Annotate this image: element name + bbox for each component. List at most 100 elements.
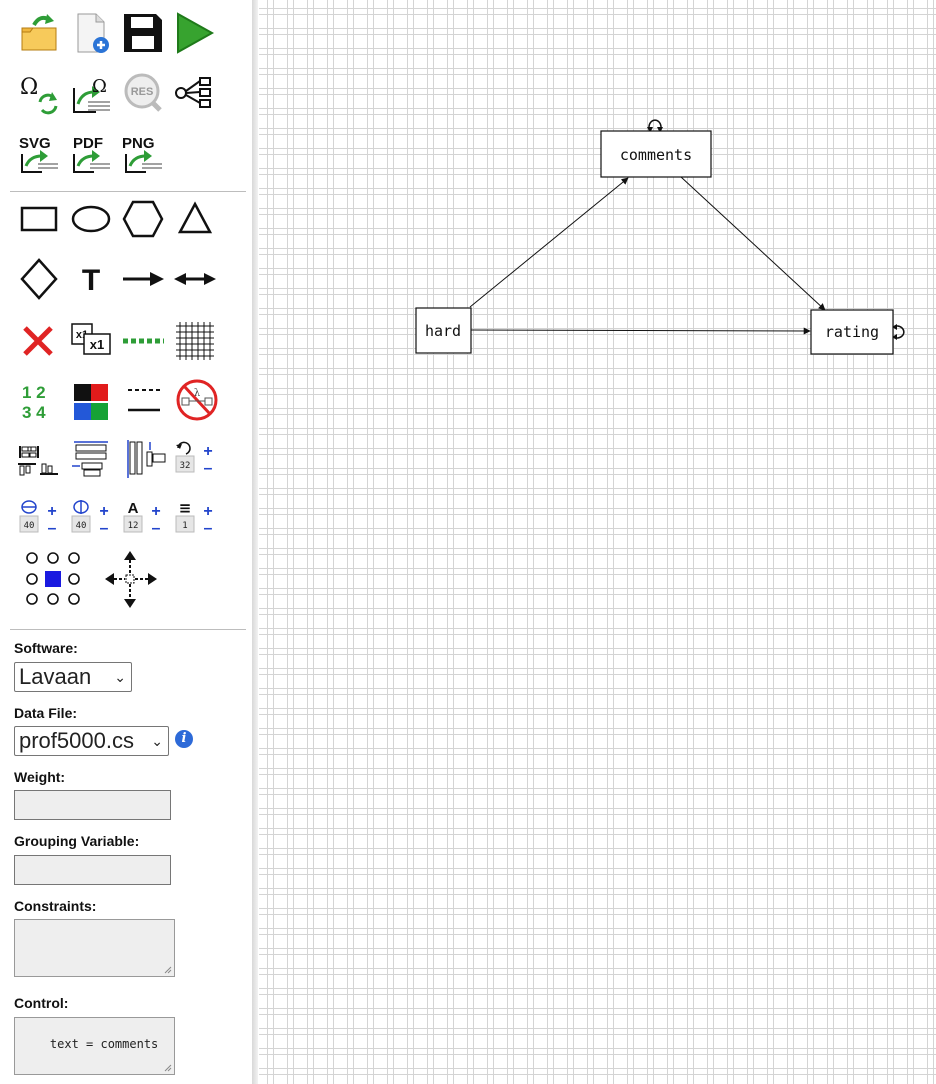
svg-text:32: 32 (180, 461, 191, 471)
info-icon[interactable]: i (175, 730, 193, 748)
self-loop-position-tool[interactable] (18, 548, 84, 612)
import-syntax-button[interactable]: Ω (16, 70, 62, 116)
form-divider (10, 629, 246, 630)
svg-text:≡: ≡ (179, 499, 192, 517)
double-arrow-icon (174, 273, 216, 285)
align-tool[interactable] (16, 436, 62, 482)
svg-text:+: + (151, 503, 160, 520)
export-pdf-button[interactable]: PDF (68, 128, 114, 174)
datafile-select[interactable]: prof5000.cs ⌄ (14, 726, 169, 756)
new-file-button[interactable] (68, 10, 114, 56)
line-width-stepper-icon: ≡ 1 + – (175, 499, 213, 537)
move-tool[interactable] (102, 548, 160, 612)
font-size-stepper-icon: A 12 + – (123, 500, 161, 537)
results-magnifier-icon: RES (124, 73, 162, 112)
svg-text:40: 40 (76, 521, 87, 531)
diamond-tool[interactable] (16, 256, 62, 302)
color-tool[interactable] (68, 376, 114, 422)
node-rating-label: rating (825, 323, 879, 341)
node-comments-label: comments (620, 146, 692, 164)
svg-text:–: – (48, 520, 57, 537)
line-style-icon (128, 389, 160, 412)
grouping-variable-input[interactable] (14, 855, 171, 885)
directed-path-tool[interactable] (120, 256, 166, 302)
triangle-tool[interactable] (172, 196, 218, 242)
hexagon-tool[interactable] (120, 196, 166, 242)
font-size-stepper[interactable]: A 12 + – (120, 496, 166, 542)
export-svg-button[interactable]: SVG (16, 128, 62, 174)
software-select[interactable]: Lavaan ⌄ (14, 662, 132, 692)
rating-variance-loop-icon[interactable] (892, 324, 905, 340)
svg-text:40: 40 (24, 521, 35, 531)
covariance-path-tool[interactable] (172, 256, 218, 302)
open-file-button[interactable] (16, 10, 62, 56)
svg-text:+: + (99, 503, 108, 520)
rotate-stepper-icon: 32 + – (175, 441, 213, 477)
export-png-button[interactable]: PNG (120, 128, 166, 174)
path-hard-to-comments[interactable] (469, 177, 629, 308)
delete-tool[interactable] (16, 316, 62, 362)
diagram-canvas[interactable]: comments hard rating (259, 0, 936, 1084)
tool-sidebar: Ω Ω RES SVG PDF PNG T x1 x1 1 2 3 4 λ 32… (0, 0, 253, 1084)
omega-refresh-icon: Ω (20, 75, 58, 115)
variance-tool[interactable]: x1 x1 (68, 316, 114, 362)
distribute-vertical-tool[interactable] (120, 436, 166, 482)
svg-text:–: – (152, 520, 161, 537)
node-hard[interactable]: hard (415, 307, 472, 354)
ellipse-icon (71, 205, 111, 233)
export-png-icon: PNG (122, 135, 162, 173)
svg-text:λ: λ (194, 388, 201, 399)
weight-input[interactable] (14, 790, 171, 820)
svg-text:A: A (128, 500, 139, 517)
datafile-selected-value: prof5000.cs (19, 728, 134, 753)
grid-icon (176, 322, 214, 360)
svg-text:–: – (204, 460, 213, 477)
height-stepper[interactable]: 40 + – (68, 496, 114, 542)
line-style-tool[interactable] (120, 376, 166, 422)
results-button[interactable]: RES (120, 70, 166, 116)
width-stepper-icon: 40 + – (19, 500, 57, 537)
tree-structure-icon (175, 77, 211, 108)
save-button[interactable] (120, 10, 166, 56)
ellipse-tool[interactable] (68, 196, 114, 242)
self-loop-positions-icon (26, 552, 80, 605)
rotation-stepper[interactable]: 32 + – (172, 436, 218, 482)
svg-text:+: + (203, 503, 212, 520)
rectangle-icon (20, 206, 58, 232)
svg-text:–: – (100, 520, 109, 537)
node-rating[interactable]: rating (810, 309, 894, 355)
svg-text:1 2: 1 2 (22, 383, 46, 402)
distribute-horizontal-tool[interactable] (68, 436, 114, 482)
chevron-down-icon: ⌄ (151, 733, 163, 749)
control-textarea[interactable]: text = comments (14, 1017, 175, 1075)
software-selected-value: Lavaan (19, 664, 92, 689)
constraints-textarea[interactable] (14, 919, 175, 977)
rectangle-tool[interactable] (16, 196, 62, 242)
width-stepper[interactable]: 40 + – (16, 496, 62, 542)
dashed-line-tool[interactable] (120, 316, 166, 362)
text-tool[interactable]: T (68, 256, 114, 302)
path-hard-to-rating[interactable] (470, 327, 811, 335)
height-stepper-icon: 40 + – (71, 500, 109, 537)
export-svg-icon: SVG (19, 135, 58, 173)
chevron-down-icon: ⌄ (114, 669, 126, 685)
grid-toggle-tool[interactable] (172, 316, 218, 362)
resize-handle-icon[interactable] (164, 966, 172, 974)
weight-label: Weight: (14, 769, 66, 785)
numbering-tool[interactable]: 1 2 3 4 (16, 376, 62, 422)
triangle-icon (177, 201, 213, 234)
control-label: Control: (14, 995, 69, 1011)
run-model-button[interactable] (172, 10, 218, 56)
play-icon (177, 12, 215, 54)
path-comments-to-rating[interactable] (680, 176, 826, 311)
export-syntax-button[interactable]: Ω (68, 70, 114, 116)
align-icon (18, 446, 58, 476)
tree-layout-button[interactable] (172, 70, 218, 116)
node-comments[interactable]: comments (600, 130, 712, 178)
line-width-stepper[interactable]: ≡ 1 + – (172, 496, 218, 542)
svg-text:1: 1 (182, 521, 187, 531)
remove-labels-tool[interactable]: λ (172, 376, 218, 422)
hexagon-icon (122, 200, 164, 238)
export-pdf-icon: PDF (73, 135, 110, 173)
resize-handle-icon[interactable] (164, 1064, 172, 1072)
